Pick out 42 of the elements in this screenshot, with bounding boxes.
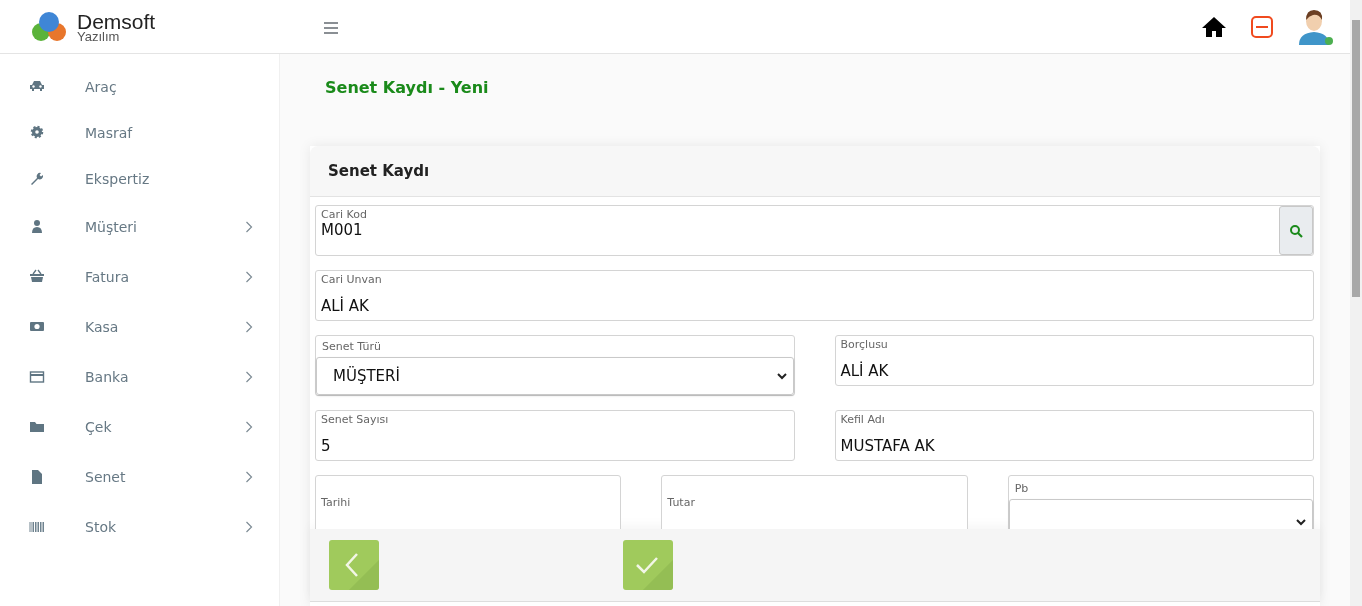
form-field[interactable]: Tutar <box>661 475 968 529</box>
folder-icon <box>29 419 45 435</box>
file-icon <box>29 469 45 485</box>
form-field[interactable]: Senet Türü MÜŞTERİ <box>315 335 795 396</box>
scrollbar[interactable] <box>1350 0 1362 606</box>
caret-down-icon <box>776 372 787 380</box>
caret-down-icon <box>1296 517 1306 526</box>
gear-icon <box>29 125 45 141</box>
save-button[interactable] <box>623 540 673 590</box>
sidebar-item[interactable]: Masraf <box>0 110 279 156</box>
page-title: Senet Kaydı - Yeni <box>325 78 490 99</box>
sidebar-item[interactable]: Ekspertiz <box>0 156 279 202</box>
minus-square-icon[interactable] <box>1251 15 1273 38</box>
form-field[interactable]: Kefil Adı MUSTAFA AK <box>834 410 1314 461</box>
menu-icon[interactable] <box>324 21 338 34</box>
sidebar-item[interactable]: Stok <box>0 502 279 552</box>
sidebar-item[interactable]: Müşteri <box>0 202 279 252</box>
back-button[interactable] <box>329 540 379 590</box>
form-field[interactable]: Cari Unvan ALİ AK <box>315 270 1314 321</box>
credit-card-icon <box>29 369 45 385</box>
form-field[interactable]: Pb <box>1007 475 1314 529</box>
scrollbar-thumb[interactable] <box>1352 20 1360 297</box>
basket-icon <box>29 269 45 285</box>
sidebar-item[interactable]: Çek <box>0 402 279 452</box>
panel-title: Senet Kaydı <box>328 162 430 180</box>
form-field[interactable]: Cari Kod M001 <box>315 205 1314 256</box>
brand-name: Demsoft <box>77 10 156 32</box>
search-icon <box>1289 223 1303 238</box>
home-icon[interactable] <box>1201 15 1227 38</box>
form-field[interactable]: Borçlusu ALİ AK <box>834 335 1314 386</box>
person-icon <box>29 219 45 235</box>
form-field[interactable]: Senet Sayısı 5 <box>315 410 795 461</box>
sidebar-item[interactable]: Banka <box>0 352 279 402</box>
sidebar-item[interactable]: Senet <box>0 452 279 502</box>
form-field[interactable]: Tarihi <box>315 475 622 529</box>
barcode-icon <box>29 519 45 535</box>
sidebar-item[interactable]: Araç <box>0 64 279 110</box>
wrench-icon <box>29 171 45 187</box>
sidebar-item[interactable]: Kasa <box>0 302 279 352</box>
sidebar-item[interactable]: Fatura <box>0 252 279 302</box>
brand-tagline: Yazılım <box>77 29 120 43</box>
search-button[interactable] <box>1279 206 1313 255</box>
